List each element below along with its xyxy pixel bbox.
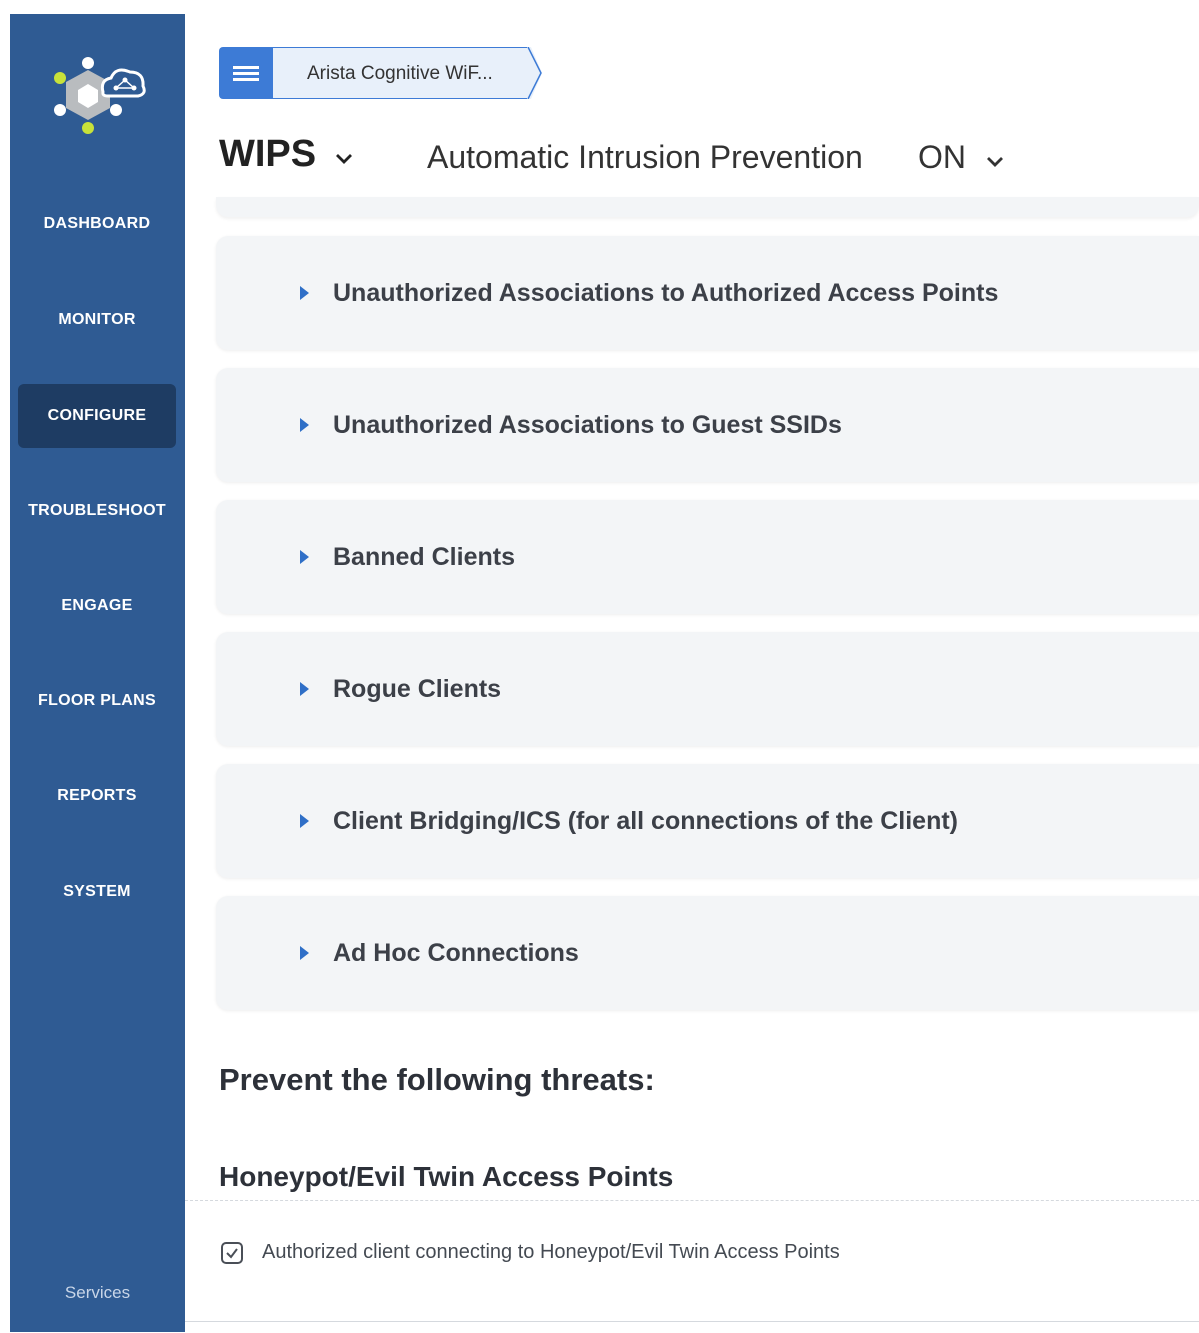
check-icon bbox=[226, 1248, 238, 1259]
panel-unauthorized-associations-authorized-aps[interactable]: Unauthorized Associations to Authorized … bbox=[216, 236, 1199, 350]
breadcrumb-arrow-icon bbox=[527, 47, 542, 99]
breadcrumb-label: Arista Cognitive WiF... bbox=[307, 63, 493, 84]
prevention-label: Automatic Intrusion Prevention bbox=[427, 139, 863, 175]
sidebar-item-engage[interactable]: ENGAGE bbox=[18, 574, 176, 638]
sidebar-item-reports[interactable]: REPORTS bbox=[18, 764, 176, 828]
panel-label: Rogue Clients bbox=[333, 674, 502, 703]
panel-banned-clients[interactable]: Banned Clients bbox=[216, 500, 1199, 614]
app-frame: DASHBOARD MONITOR CONFIGURE TROUBLESHOOT… bbox=[0, 0, 1199, 1333]
panel-label: Ad Hoc Connections bbox=[333, 938, 579, 967]
sidebar-item-configure[interactable]: CONFIGURE bbox=[18, 384, 176, 448]
panel-client-bridging-ics[interactable]: Client Bridging/ICS (for all connections… bbox=[216, 764, 1199, 878]
panel-unauthorized-associations-guest-ssids[interactable]: Unauthorized Associations to Guest SSIDs bbox=[216, 368, 1199, 482]
sidebar: DASHBOARD MONITOR CONFIGURE TROUBLESHOOT… bbox=[10, 14, 185, 1332]
panel-label: Unauthorized Associations to Authorized … bbox=[333, 278, 999, 307]
prevent-heading: Prevent the following threats: bbox=[219, 1062, 655, 1097]
honeypot-section-heading: Honeypot/Evil Twin Access Points bbox=[219, 1161, 674, 1192]
sidebar-item-system[interactable]: SYSTEM bbox=[18, 860, 176, 924]
honeypot-checkbox[interactable] bbox=[221, 1242, 243, 1264]
sidebar-item-dashboard[interactable]: DASHBOARD bbox=[18, 192, 176, 256]
honeypot-checkbox-label[interactable]: Authorized client connecting to Honeypot… bbox=[262, 1241, 840, 1264]
services-link[interactable]: Services bbox=[10, 1278, 185, 1308]
panel-ad-hoc-connections[interactable]: Ad Hoc Connections bbox=[216, 896, 1199, 1010]
panel-label: Banned Clients bbox=[333, 542, 515, 571]
sidebar-item-floor-plans[interactable]: FLOOR PLANS bbox=[18, 669, 176, 733]
caret-right-icon bbox=[300, 286, 309, 300]
caret-right-icon bbox=[300, 550, 309, 564]
panel-rogue-clients[interactable]: Rogue Clients bbox=[216, 632, 1199, 746]
caret-right-icon bbox=[300, 418, 309, 432]
hamburger-icon[interactable] bbox=[219, 47, 273, 99]
page-title: WIPS bbox=[219, 133, 317, 175]
caret-right-icon bbox=[300, 814, 309, 828]
divider bbox=[185, 1200, 1199, 1201]
panel-label: Unauthorized Associations to Guest SSIDs bbox=[333, 410, 842, 439]
caret-right-icon bbox=[300, 682, 309, 696]
caret-right-icon bbox=[300, 946, 309, 960]
sidebar-item-monitor[interactable]: MONITOR bbox=[18, 288, 176, 352]
chevron-down-icon[interactable] bbox=[986, 156, 1004, 168]
sidebar-item-troubleshoot[interactable]: TROUBLESHOOT bbox=[18, 479, 176, 543]
collapsed-panel-edge bbox=[216, 197, 1199, 217]
chevron-down-icon[interactable] bbox=[335, 153, 353, 165]
prevention-status[interactable]: ON bbox=[918, 139, 966, 176]
cloud-network-hexagon-logo bbox=[54, 57, 146, 134]
breadcrumb-location[interactable]: Arista Cognitive WiF... bbox=[273, 47, 529, 99]
divider bbox=[185, 1321, 1199, 1322]
panel-label: Client Bridging/ICS (for all connections… bbox=[333, 806, 958, 835]
